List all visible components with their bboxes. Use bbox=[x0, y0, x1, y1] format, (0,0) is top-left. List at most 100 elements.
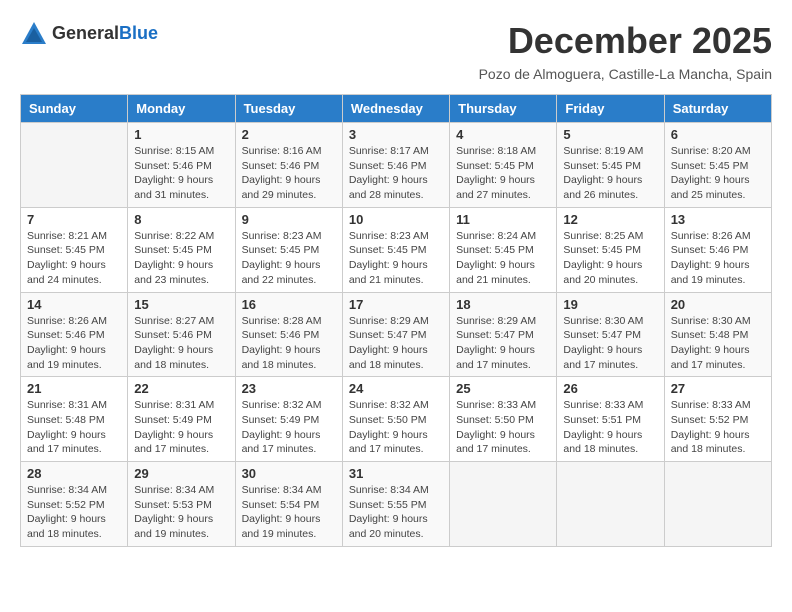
logo: GeneralBlue bbox=[20, 20, 158, 48]
day-info: Sunrise: 8:34 AM Sunset: 5:54 PM Dayligh… bbox=[242, 483, 336, 542]
day-number: 23 bbox=[242, 381, 336, 396]
day-number: 21 bbox=[27, 381, 121, 396]
calendar-cell: 24 Sunrise: 8:32 AM Sunset: 5:50 PM Dayli… bbox=[342, 377, 449, 462]
calendar-cell: 12 Sunrise: 8:25 AM Sunset: 5:45 PM Dayli… bbox=[557, 207, 664, 292]
day-info: Sunrise: 8:33 AM Sunset: 5:50 PM Dayligh… bbox=[456, 398, 550, 457]
day-info: Sunrise: 8:27 AM Sunset: 5:46 PM Dayligh… bbox=[134, 314, 228, 373]
day-number: 17 bbox=[349, 297, 443, 312]
calendar-cell: 18 Sunrise: 8:29 AM Sunset: 5:47 PM Dayli… bbox=[450, 292, 557, 377]
day-number: 18 bbox=[456, 297, 550, 312]
header-day-saturday: Saturday bbox=[664, 95, 771, 123]
day-number: 22 bbox=[134, 381, 228, 396]
day-info: Sunrise: 8:34 AM Sunset: 5:53 PM Dayligh… bbox=[134, 483, 228, 542]
header-day-friday: Friday bbox=[557, 95, 664, 123]
calendar-cell bbox=[21, 123, 128, 208]
day-number: 11 bbox=[456, 212, 550, 227]
calendar-table: SundayMondayTuesdayWednesdayThursdayFrid… bbox=[20, 94, 772, 547]
calendar-cell: 2 Sunrise: 8:16 AM Sunset: 5:46 PM Daylig… bbox=[235, 123, 342, 208]
calendar-cell: 14 Sunrise: 8:26 AM Sunset: 5:46 PM Dayli… bbox=[21, 292, 128, 377]
day-info: Sunrise: 8:26 AM Sunset: 5:46 PM Dayligh… bbox=[671, 229, 765, 288]
day-info: Sunrise: 8:20 AM Sunset: 5:45 PM Dayligh… bbox=[671, 144, 765, 203]
day-info: Sunrise: 8:32 AM Sunset: 5:50 PM Dayligh… bbox=[349, 398, 443, 457]
header-day-wednesday: Wednesday bbox=[342, 95, 449, 123]
calendar-cell: 7 Sunrise: 8:21 AM Sunset: 5:45 PM Daylig… bbox=[21, 207, 128, 292]
calendar-week-row: 21 Sunrise: 8:31 AM Sunset: 5:48 PM Dayli… bbox=[21, 377, 772, 462]
day-info: Sunrise: 8:29 AM Sunset: 5:47 PM Dayligh… bbox=[349, 314, 443, 373]
calendar-cell: 31 Sunrise: 8:34 AM Sunset: 5:55 PM Dayli… bbox=[342, 462, 449, 547]
calendar-cell: 23 Sunrise: 8:32 AM Sunset: 5:49 PM Dayli… bbox=[235, 377, 342, 462]
day-number: 24 bbox=[349, 381, 443, 396]
header-top: GeneralBlue December 2025 bbox=[20, 20, 772, 62]
day-number: 16 bbox=[242, 297, 336, 312]
calendar-cell: 1Sunrise: 8:15 AM Sunset: 5:46 PM Daylig… bbox=[128, 123, 235, 208]
day-info: Sunrise: 8:28 AM Sunset: 5:46 PM Dayligh… bbox=[242, 314, 336, 373]
header-day-tuesday: Tuesday bbox=[235, 95, 342, 123]
month-title: December 2025 bbox=[508, 20, 772, 62]
calendar-cell: 4 Sunrise: 8:18 AM Sunset: 5:45 PM Daylig… bbox=[450, 123, 557, 208]
day-info: Sunrise: 8:34 AM Sunset: 5:52 PM Dayligh… bbox=[27, 483, 121, 542]
day-number: 3 bbox=[349, 127, 443, 142]
day-number: 12 bbox=[563, 212, 657, 227]
day-number: 20 bbox=[671, 297, 765, 312]
day-info: Sunrise: 8:18 AM Sunset: 5:45 PM Dayligh… bbox=[456, 144, 550, 203]
calendar-cell: 25 Sunrise: 8:33 AM Sunset: 5:50 PM Dayli… bbox=[450, 377, 557, 462]
calendar-header-row: SundayMondayTuesdayWednesdayThursdayFrid… bbox=[21, 95, 772, 123]
calendar-cell: 3Sunrise: 8:17 AM Sunset: 5:46 PM Daylig… bbox=[342, 123, 449, 208]
day-info: Sunrise: 8:23 AM Sunset: 5:45 PM Dayligh… bbox=[242, 229, 336, 288]
day-number: 5 bbox=[563, 127, 657, 142]
day-info: Sunrise: 8:33 AM Sunset: 5:52 PM Dayligh… bbox=[671, 398, 765, 457]
day-info: Sunrise: 8:32 AM Sunset: 5:49 PM Dayligh… bbox=[242, 398, 336, 457]
logo-general: GeneralBlue bbox=[52, 24, 158, 44]
day-number: 10 bbox=[349, 212, 443, 227]
calendar-week-row: 14 Sunrise: 8:26 AM Sunset: 5:46 PM Dayli… bbox=[21, 292, 772, 377]
day-number: 15 bbox=[134, 297, 228, 312]
day-info: Sunrise: 8:23 AM Sunset: 5:45 PM Dayligh… bbox=[349, 229, 443, 288]
calendar-cell: 26Sunrise: 8:33 AM Sunset: 5:51 PM Dayli… bbox=[557, 377, 664, 462]
day-number: 6 bbox=[671, 127, 765, 142]
day-info: Sunrise: 8:19 AM Sunset: 5:45 PM Dayligh… bbox=[563, 144, 657, 203]
day-info: Sunrise: 8:21 AM Sunset: 5:45 PM Dayligh… bbox=[27, 229, 121, 288]
header-day-sunday: Sunday bbox=[21, 95, 128, 123]
calendar-cell: 10 Sunrise: 8:23 AM Sunset: 5:45 PM Dayli… bbox=[342, 207, 449, 292]
day-number: 31 bbox=[349, 466, 443, 481]
calendar-cell: 16 Sunrise: 8:28 AM Sunset: 5:46 PM Dayli… bbox=[235, 292, 342, 377]
day-number: 7 bbox=[27, 212, 121, 227]
calendar-cell: 17 Sunrise: 8:29 AM Sunset: 5:47 PM Dayli… bbox=[342, 292, 449, 377]
day-number: 28 bbox=[27, 466, 121, 481]
calendar-cell: 15 Sunrise: 8:27 AM Sunset: 5:46 PM Dayli… bbox=[128, 292, 235, 377]
day-info: Sunrise: 8:30 AM Sunset: 5:47 PM Dayligh… bbox=[563, 314, 657, 373]
day-info: Sunrise: 8:29 AM Sunset: 5:47 PM Dayligh… bbox=[456, 314, 550, 373]
day-number: 14 bbox=[27, 297, 121, 312]
calendar-cell: 27 Sunrise: 8:33 AM Sunset: 5:52 PM Dayli… bbox=[664, 377, 771, 462]
day-number: 2 bbox=[242, 127, 336, 142]
day-info: Sunrise: 8:15 AM Sunset: 5:46 PM Dayligh… bbox=[134, 144, 228, 203]
calendar-cell bbox=[557, 462, 664, 547]
day-number: 30 bbox=[242, 466, 336, 481]
day-info: Sunrise: 8:30 AM Sunset: 5:48 PM Dayligh… bbox=[671, 314, 765, 373]
day-info: Sunrise: 8:24 AM Sunset: 5:45 PM Dayligh… bbox=[456, 229, 550, 288]
day-number: 19 bbox=[563, 297, 657, 312]
calendar-week-row: 7 Sunrise: 8:21 AM Sunset: 5:45 PM Daylig… bbox=[21, 207, 772, 292]
day-number: 4 bbox=[456, 127, 550, 142]
day-info: Sunrise: 8:31 AM Sunset: 5:48 PM Dayligh… bbox=[27, 398, 121, 457]
day-info: Sunrise: 8:25 AM Sunset: 5:45 PM Dayligh… bbox=[563, 229, 657, 288]
day-info: Sunrise: 8:16 AM Sunset: 5:46 PM Dayligh… bbox=[242, 144, 336, 203]
day-info: Sunrise: 8:33 AM Sunset: 5:51 PM Dayligh… bbox=[563, 398, 657, 457]
calendar-cell bbox=[664, 462, 771, 547]
day-info: Sunrise: 8:26 AM Sunset: 5:46 PM Dayligh… bbox=[27, 314, 121, 373]
header-day-monday: Monday bbox=[128, 95, 235, 123]
header-day-thursday: Thursday bbox=[450, 95, 557, 123]
day-info: Sunrise: 8:34 AM Sunset: 5:55 PM Dayligh… bbox=[349, 483, 443, 542]
calendar-week-row: 1Sunrise: 8:15 AM Sunset: 5:46 PM Daylig… bbox=[21, 123, 772, 208]
logo-icon bbox=[20, 20, 48, 48]
day-number: 25 bbox=[456, 381, 550, 396]
calendar-cell: 11 Sunrise: 8:24 AM Sunset: 5:45 PM Dayli… bbox=[450, 207, 557, 292]
calendar-cell: 21 Sunrise: 8:31 AM Sunset: 5:48 PM Dayli… bbox=[21, 377, 128, 462]
day-number: 27 bbox=[671, 381, 765, 396]
calendar-cell: 22Sunrise: 8:31 AM Sunset: 5:49 PM Dayli… bbox=[128, 377, 235, 462]
calendar-cell bbox=[450, 462, 557, 547]
calendar-cell: 29Sunrise: 8:34 AM Sunset: 5:53 PM Dayli… bbox=[128, 462, 235, 547]
calendar-cell: 8Sunrise: 8:22 AM Sunset: 5:45 PM Daylig… bbox=[128, 207, 235, 292]
day-number: 8 bbox=[134, 212, 228, 227]
calendar-cell: 19 Sunrise: 8:30 AM Sunset: 5:47 PM Dayli… bbox=[557, 292, 664, 377]
